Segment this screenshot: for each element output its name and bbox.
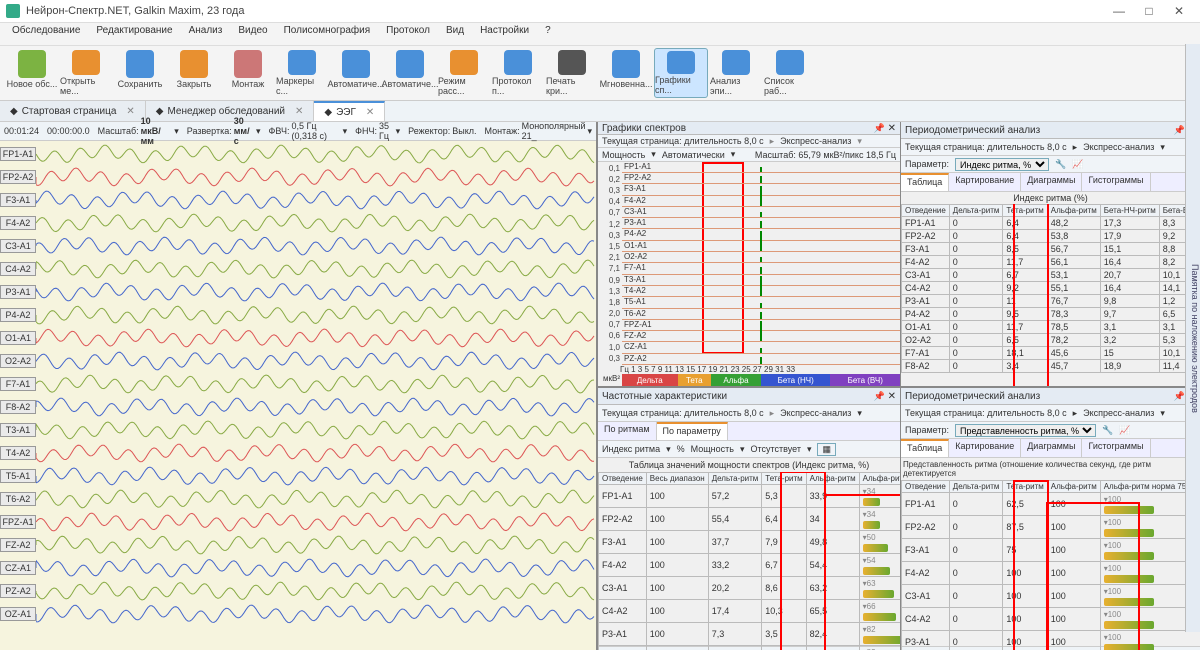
ribbon-Сохранить[interactable]: Сохранить <box>114 48 166 98</box>
ribbon-Режим расс...[interactable]: Режим расс... <box>438 48 490 98</box>
app-title: Нейрон-Спектр.NET, Galkin Maxim, 23 года <box>26 5 1104 17</box>
freq-table[interactable]: ОтведениеВесь диапазонДельта-ритмТета-ри… <box>598 472 900 650</box>
period2-table[interactable]: ОтведениеДельта-ритмТета-ритмАльфа-ритмА… <box>901 480 1200 650</box>
eeg-canvas[interactable]: FP1-A1FP2-A2F3-A1F4-A2C3-A1C4-A2P3-A1P4-… <box>0 141 596 627</box>
panel-close[interactable]: ✕ <box>888 123 896 134</box>
spectra-title: Графики спектров <box>602 123 686 134</box>
eeg-toolbar: 00:01:24 00:00:00.0 Масштаб: 10 мкВ/мм ▾… <box>0 122 596 141</box>
menu-Протокол[interactable]: Протокол <box>378 25 438 43</box>
right-sidebar-tab[interactable]: Памятка по наложению электродов <box>1185 44 1200 632</box>
menu-Настройки[interactable]: Настройки <box>472 25 537 43</box>
time: 00:01:24 <box>4 126 39 136</box>
ribbon-Печать кри...[interactable]: Печать кри... <box>546 48 598 98</box>
menu-?[interactable]: ? <box>537 25 559 43</box>
menu-Вид[interactable]: Вид <box>438 25 472 43</box>
grid-icon[interactable]: ▦ <box>817 443 836 456</box>
ribbon-Протокол п...[interactable]: Протокол п... <box>492 48 544 98</box>
chart-icon[interactable]: 📈 <box>1072 159 1083 170</box>
menubar: ОбследованиеРедактированиеАнализВидеоПол… <box>0 23 1200 46</box>
tab-ЭЭГ[interactable]: ◆ ЭЭГ ✕ <box>314 101 385 121</box>
app-icon <box>6 4 20 18</box>
eeg-panel: 00:01:24 00:00:00.0 Масштаб: 10 мкВ/мм ▾… <box>0 122 597 650</box>
ribbon: Новое обс...Открыть ме...СохранитьЗакрыт… <box>0 46 1200 101</box>
ribbon-Маркеры с...[interactable]: Маркеры с... <box>276 48 328 98</box>
menu-Полисомнография[interactable]: Полисомнография <box>276 25 379 43</box>
ribbon-Анализ эпи...[interactable]: Анализ эпи... <box>710 48 762 98</box>
page-tabs: ◆ Стартовая страница ✕◆ Менеджер обследо… <box>0 101 1200 122</box>
spectra-chart: 0,10,20,30,40,71,20,31,52,17,10,91,31,82… <box>598 162 900 365</box>
ribbon-Закрыть[interactable]: Закрыть <box>168 48 220 98</box>
menu-Анализ[interactable]: Анализ <box>181 25 231 43</box>
ribbon-Автоматиче...[interactable]: Автоматиче... <box>384 48 436 98</box>
menu-Видео[interactable]: Видео <box>230 25 275 43</box>
freq-title: Частотные характеристики <box>602 391 727 402</box>
ribbon-Монтаж[interactable]: Монтаж <box>222 48 274 98</box>
range: 00:00:00.0 <box>47 126 90 136</box>
max-button[interactable]: □ <box>1134 4 1164 18</box>
channel-OZ-A1: OZ-A1 <box>0 601 596 627</box>
period1-table[interactable]: ОтведениеДельта-ритмТета-ритмАльфа-ритмБ… <box>901 204 1200 386</box>
tool-icon[interactable]: 🔧 <box>1055 159 1066 170</box>
pin-icon[interactable]: 📌 <box>874 123 885 133</box>
close-button[interactable]: ✕ <box>1164 4 1194 18</box>
menu-Редактирование[interactable]: Редактирование <box>88 25 180 43</box>
ribbon-Мгновенна...[interactable]: Мгновенна... <box>600 48 652 98</box>
menu-Обследование[interactable]: Обследование <box>4 25 88 43</box>
ribbon-Графики сп...[interactable]: Графики сп... <box>654 48 708 98</box>
ribbon-Новое обс...[interactable]: Новое обс... <box>6 48 58 98</box>
ribbon-Открыть ме...[interactable]: Открыть ме... <box>60 48 112 98</box>
min-button[interactable]: — <box>1104 4 1134 18</box>
ribbon-Список раб...[interactable]: Список раб... <box>764 48 816 98</box>
ribbon-Автоматиче...[interactable]: Автоматиче... <box>330 48 382 98</box>
